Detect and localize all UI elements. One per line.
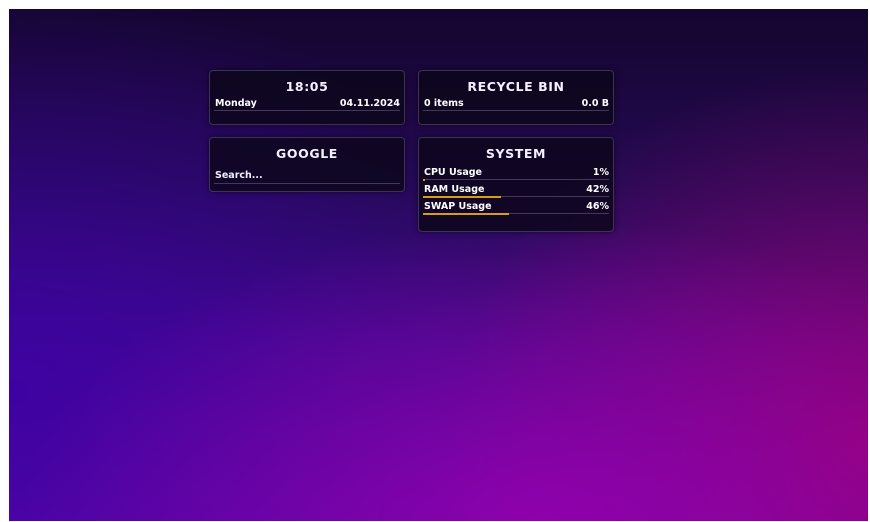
- recycle-bin-info-row: 0 items 0.0 B: [419, 95, 613, 112]
- recycle-bin-widget[interactable]: RECYCLE BIN 0 items 0.0 B: [418, 70, 614, 125]
- clock-time: 18:05: [285, 79, 329, 94]
- clock-date-row: Monday 04.11.2024: [210, 95, 404, 112]
- google-widget: GOOGLE: [209, 137, 405, 192]
- swap-usage-row: SWAP Usage 46%: [419, 198, 613, 215]
- divider: [423, 110, 609, 111]
- swap-usage-meter: [423, 212, 609, 215]
- clock-widget: 18:05 Monday 04.11.2024: [209, 70, 405, 125]
- ram-usage-meter: [423, 195, 609, 198]
- recycle-bin-title: RECYCLE BIN: [467, 79, 565, 94]
- ram-usage-row: RAM Usage 42%: [419, 181, 613, 198]
- cpu-usage-row: CPU Usage 1%: [419, 164, 613, 181]
- cpu-usage-meter: [423, 178, 609, 181]
- google-title: GOOGLE: [276, 146, 338, 161]
- swap-usage-meter-fill: [423, 212, 509, 215]
- divider: [214, 110, 400, 111]
- desktop-background: 18:05 Monday 04.11.2024 RECYCLE BIN 0 it…: [9, 9, 868, 521]
- google-search-input[interactable]: [214, 168, 400, 184]
- system-widget: SYSTEM CPU Usage 1% RAM Usage 42% SWAP U…: [418, 137, 614, 232]
- system-title: SYSTEM: [485, 146, 547, 161]
